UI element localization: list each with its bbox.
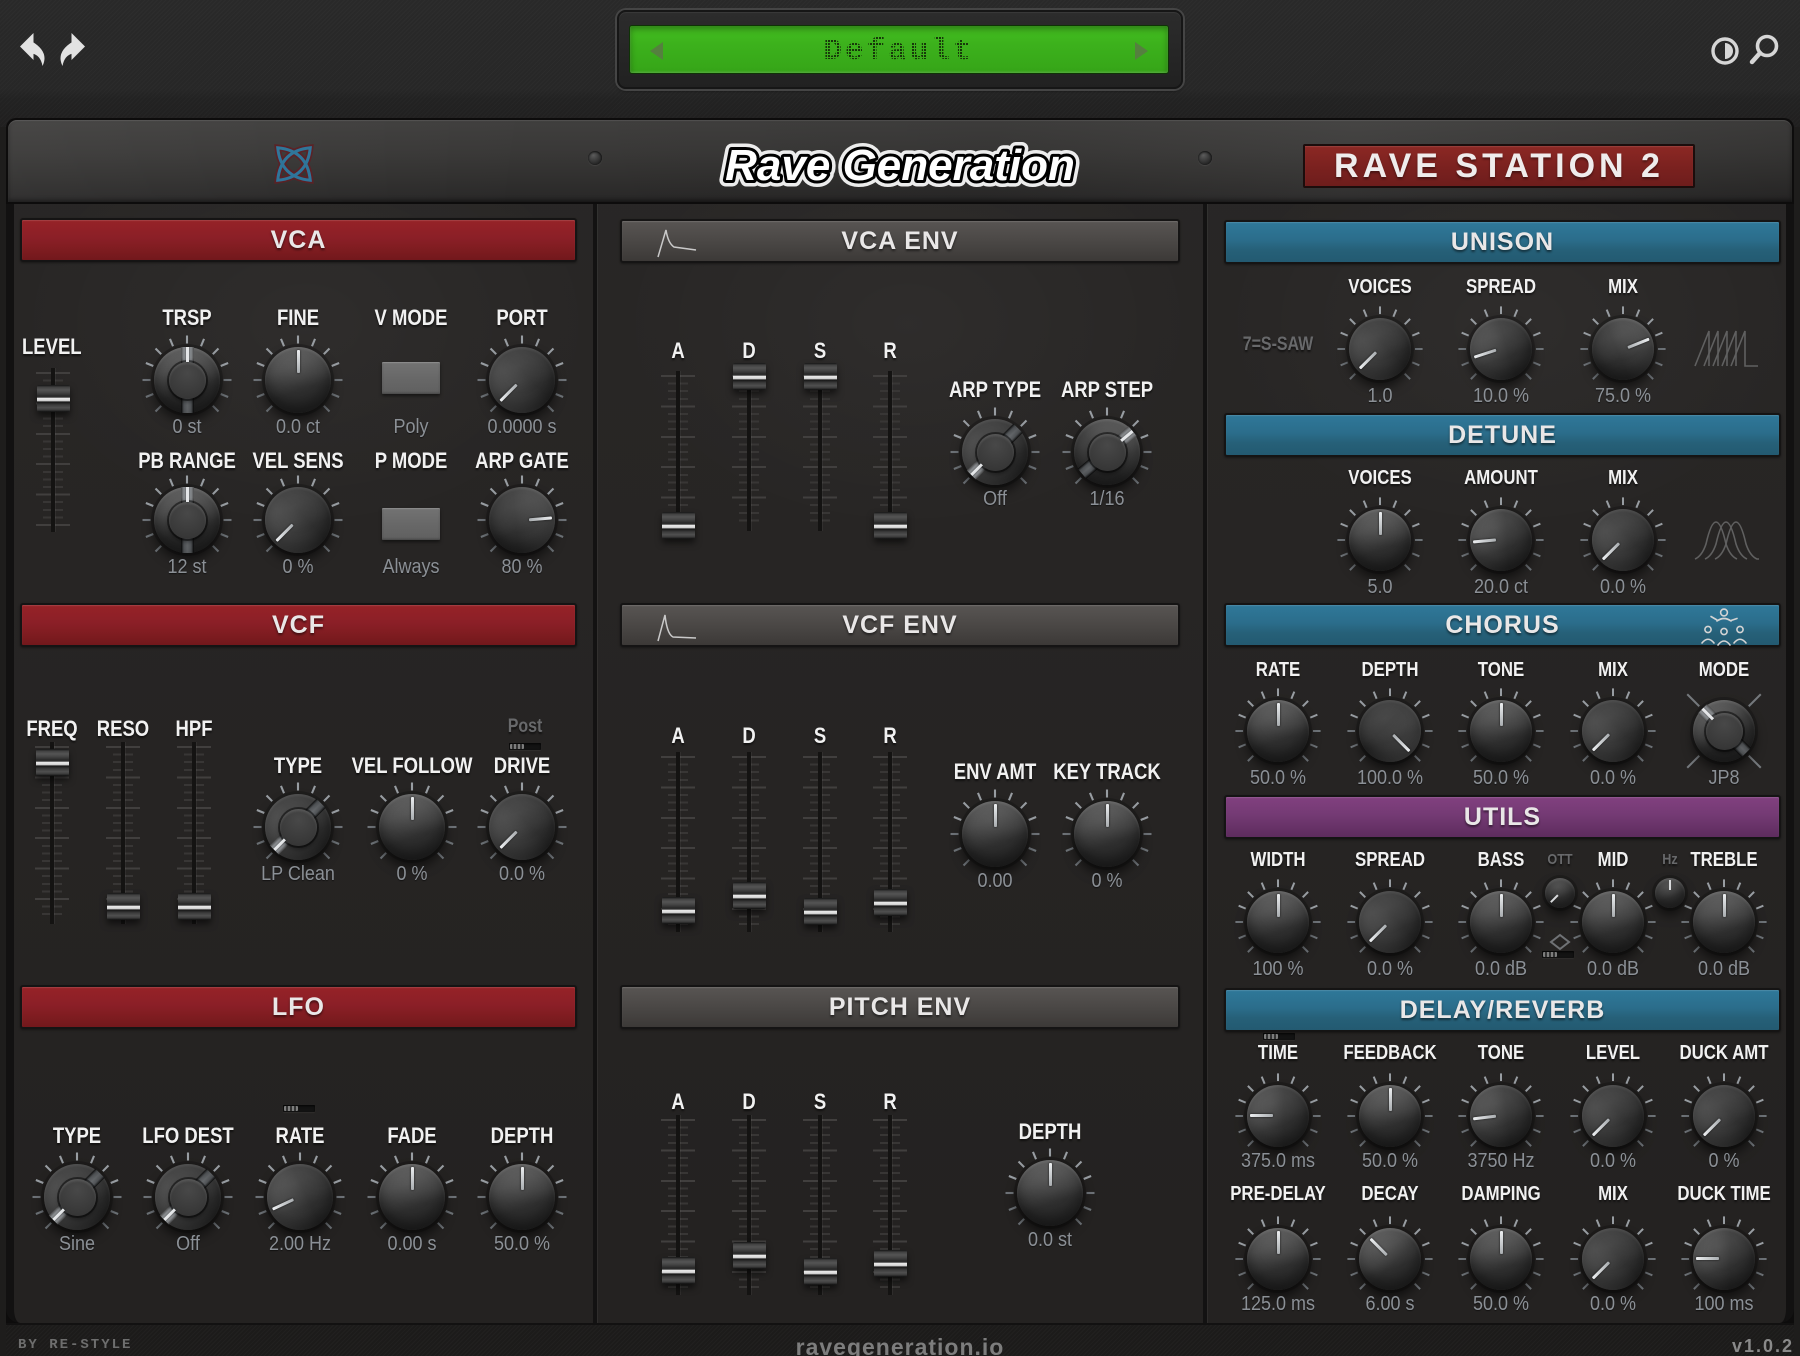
svg-text:Rave Generation: Rave Generation — [725, 141, 1075, 190]
